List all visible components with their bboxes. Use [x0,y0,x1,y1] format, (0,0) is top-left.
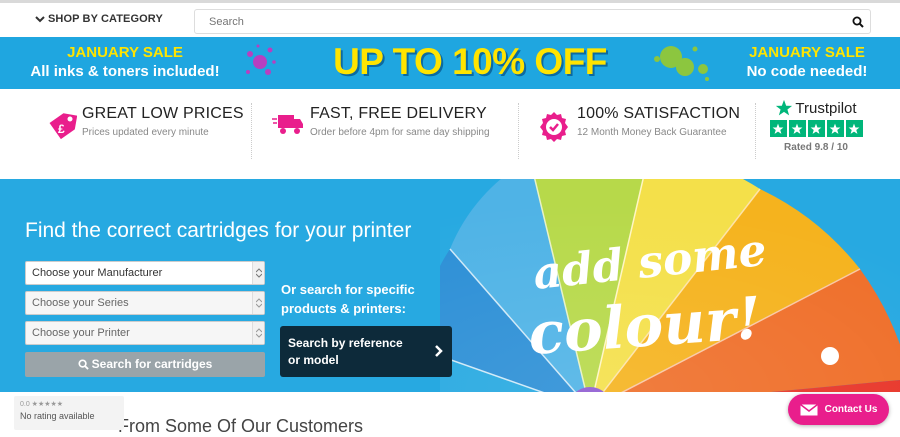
chevron-down-icon [35,16,45,23]
search-input[interactable] [209,10,849,33]
search-box [194,9,871,34]
search-by-reference-label: Search by reference or model [288,336,403,367]
usp-satisfaction: 100% SATISFACTION 12 Month Money Back Gu… [577,105,740,138]
usp-prices: GREAT LOW PRICES Prices updated every mi… [82,105,244,138]
printer-finder-hero: Find the correct cartridges for your pri… [0,179,900,392]
trustpilot-rating: Rated 9.8 / 10 [784,142,848,153]
star-icon [826,120,844,137]
usp-satisfaction-title: 100% SATISFACTION [577,105,741,122]
shop-by-category-menu[interactable]: SHOP BY CATEGORY [35,13,163,25]
search-cartridges-button[interactable]: Search for cartridges [25,352,265,377]
usp-prices-title: GREAT LOW PRICES [82,105,244,122]
contact-us-button[interactable]: Contact Us [788,394,889,425]
divider [251,103,252,159]
manufacturer-select-value: Choose your Manufacturer [32,267,163,279]
printer-select-value: Choose your Printer [32,327,130,339]
svg-text:£: £ [58,122,65,136]
usp-delivery-sub: Order before 4pm for same day shipping [310,127,490,138]
usp-bar: £ GREAT LOW PRICES Prices updated every … [0,89,900,179]
usp-satisfaction-sub: 12 Month Money Back Guarantee [577,127,727,138]
select-arrows-icon [252,292,264,314]
delivery-truck-icon [272,115,303,134]
series-select-value: Choose your Series [32,297,129,309]
manufacturer-select[interactable]: Choose your Manufacturer [25,261,265,285]
satisfaction-badge-icon [540,112,568,142]
star-icon [807,120,825,137]
contact-us-label: Contact Us [824,404,878,415]
trustpilot-name: Trustpilot [795,99,857,117]
printer-select[interactable]: Choose your Printer [25,321,265,345]
trustpilot-stars [766,120,866,137]
sale-right-title: JANUARY SALE [749,44,865,61]
select-arrows-icon [252,262,264,284]
rating-text: No rating available [20,411,95,421]
series-select[interactable]: Choose your Series [25,291,265,315]
finder-headline: Find the correct cartridges for your pri… [25,219,412,242]
search-icon[interactable] [852,16,864,28]
star-icon [845,120,863,137]
divider [518,103,519,159]
add-some-colour-slogan: add some colour! [530,234,839,368]
price-tag-icon: £ [49,113,77,140]
sale-banner[interactable]: JANUARY SALE All inks & toners included!… [0,37,900,89]
usp-delivery: FAST, FREE DELIVERY Order before 4pm for… [310,105,490,138]
sale-left-subtitle: All inks & toners included! [30,63,220,80]
envelope-icon [799,403,818,415]
rating-score: 0.0 ★★★★★ [20,401,64,408]
ink-splat-icon [654,46,709,81]
divider [755,103,756,159]
star-icon [788,120,806,137]
search-icon [78,359,89,370]
sale-right-subtitle: No code needed! [746,63,868,80]
trustpilot-widget[interactable]: Trustpilot Rated 9.8 / 10 [766,99,866,153]
top-bar: SHOP BY CATEGORY [0,0,900,37]
ink-splat-icon [246,44,276,75]
customers-heading: From Some Of Our Customers [118,416,364,436]
usp-prices-sub: Prices updated every minute [82,127,209,138]
rating-widget[interactable]: 0.0 ★★★★★ No rating available [14,396,124,430]
slogan-line-2: colour! [530,284,763,368]
usp-delivery-title: FAST, FREE DELIVERY [310,105,487,122]
search-cartridges-label: Search for cartridges [91,357,213,371]
star-icon [769,120,787,137]
select-arrows-icon [252,322,264,344]
shop-by-category-label: SHOP BY CATEGORY [48,13,163,25]
bottom-strip: From Some Of Our Customers [0,392,900,436]
sale-headline: UP TO 10% OFF [333,41,607,82]
chevron-right-icon [435,345,443,357]
or-search-text: Or search for specific products & printe… [281,282,415,316]
sale-left-title: JANUARY SALE [67,44,183,61]
search-by-reference-button[interactable]: Search by reference or model [280,326,452,377]
trustpilot-star-icon [776,99,793,116]
